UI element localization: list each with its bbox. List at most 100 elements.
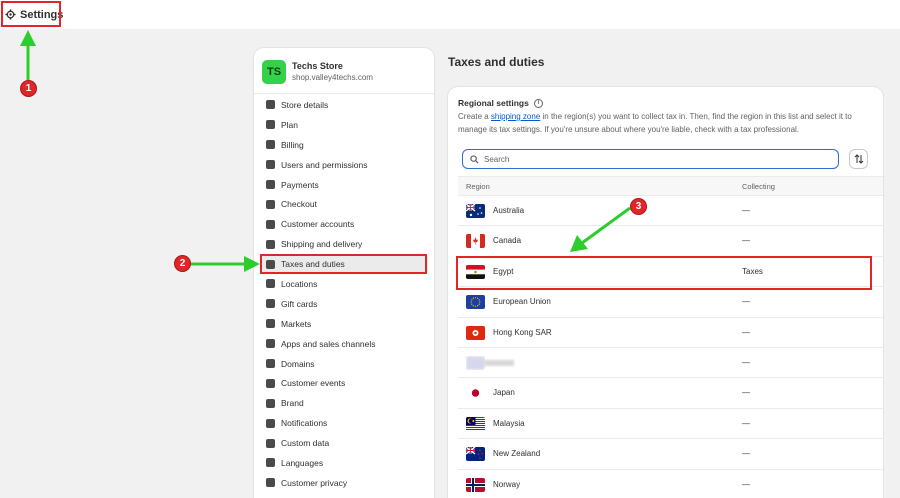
sidebar-item-label: Languages bbox=[281, 457, 324, 468]
region-search-input[interactable]: Search bbox=[462, 149, 839, 169]
sidebar-item-label: Custom data bbox=[281, 438, 330, 449]
region-name: New Zealand bbox=[493, 449, 541, 459]
location-icon bbox=[266, 279, 275, 289]
store-name: Techs Store bbox=[292, 61, 343, 71]
apps-icon bbox=[266, 339, 275, 349]
collecting-value: — bbox=[742, 449, 750, 459]
col-region: Region bbox=[466, 182, 490, 191]
settings-header[interactable]: Settings bbox=[3, 3, 65, 26]
checkout-icon bbox=[266, 199, 275, 209]
australia-flag-icon bbox=[466, 204, 485, 218]
sidebar-item-label: Store details bbox=[281, 99, 329, 110]
sidebar-item-notifications[interactable]: Notifications bbox=[260, 413, 428, 433]
table-row[interactable]: Australia — bbox=[458, 196, 883, 227]
sidebar-item-shipping-and-delivery[interactable]: Shipping and delivery bbox=[260, 234, 428, 254]
info-icon[interactable]: i bbox=[533, 98, 543, 108]
table-row[interactable]: Egypt Taxes bbox=[458, 257, 883, 288]
sidebar-item-label: Markets bbox=[281, 318, 312, 329]
collecting-value: — bbox=[742, 327, 750, 337]
brand-icon bbox=[266, 398, 275, 408]
sidebar-item-label: Checkout bbox=[281, 199, 317, 210]
malaysia-flag-icon bbox=[466, 416, 485, 431]
store-avatar: TS bbox=[262, 60, 286, 84]
sidebar-item-billing[interactable]: Billing bbox=[260, 135, 428, 155]
egypt-flag-icon bbox=[466, 264, 485, 279]
redacted-region-name bbox=[484, 359, 514, 366]
sort-button[interactable] bbox=[849, 149, 868, 169]
collecting-value: — bbox=[742, 236, 750, 246]
users-icon bbox=[266, 160, 275, 170]
gear-icon bbox=[5, 9, 16, 20]
sidebar-item-gift-cards[interactable]: Gift cards bbox=[260, 294, 428, 314]
shipping-zone-link[interactable]: shipping zone bbox=[491, 112, 540, 121]
sidebar-item-label: Plan bbox=[281, 119, 299, 130]
region-name: Malaysia bbox=[493, 418, 525, 428]
sidebar-item-store-details[interactable]: Store details bbox=[260, 95, 428, 115]
table-row[interactable]: — bbox=[458, 348, 883, 379]
sidebar-item-locations[interactable]: Locations bbox=[260, 274, 428, 294]
table-row[interactable]: New Zealand — bbox=[458, 439, 883, 470]
sidebar-item-label: Taxes and duties bbox=[281, 259, 345, 270]
search-icon bbox=[470, 154, 479, 164]
sidebar-item-customer-accounts[interactable]: Customer accounts bbox=[260, 214, 428, 234]
top-bar: Settings bbox=[0, 0, 900, 29]
table-row[interactable]: European Union — bbox=[458, 287, 883, 318]
sidebar-item-domains[interactable]: Domains bbox=[260, 354, 428, 374]
gift-icon bbox=[266, 299, 275, 309]
canada-flag-icon bbox=[466, 234, 485, 249]
search-placeholder: Search bbox=[484, 154, 510, 164]
step-badge-3: 3 bbox=[630, 198, 647, 215]
col-collecting: Collecting bbox=[742, 182, 775, 191]
japan-flag-icon bbox=[466, 386, 485, 401]
domain-icon bbox=[266, 359, 275, 369]
arrow-1-head bbox=[20, 30, 36, 46]
sidebar-item-label: Notifications bbox=[281, 418, 328, 429]
sidebar-item-brand[interactable]: Brand bbox=[260, 393, 428, 413]
table-row[interactable]: Canada — bbox=[458, 226, 883, 257]
sidebar-item-label: Customer accounts bbox=[281, 219, 355, 230]
events-icon bbox=[266, 378, 275, 388]
sidebar-divider bbox=[254, 93, 434, 94]
region-name: Egypt bbox=[493, 266, 514, 276]
card-description: Create a shipping zone in the region(s) … bbox=[458, 111, 876, 136]
sidebar-nav: Store details Plan Billing Users and permis… bbox=[260, 95, 428, 493]
language-icon bbox=[266, 458, 275, 468]
sidebar-item-label: Gift cards bbox=[281, 298, 318, 309]
sidebar-item-languages[interactable]: Languages bbox=[260, 453, 428, 473]
sidebar-item-customer-privacy[interactable]: Customer privacy bbox=[260, 473, 428, 493]
collecting-value: — bbox=[742, 388, 750, 398]
region-name: Hong Kong SAR bbox=[493, 327, 552, 337]
sidebar-item-plan[interactable]: Plan bbox=[260, 115, 428, 135]
sidebar-item-checkout[interactable]: Checkout bbox=[260, 194, 428, 214]
table-row[interactable]: Norway — bbox=[458, 470, 883, 498]
table-row[interactable]: Hong Kong SAR — bbox=[458, 318, 883, 348]
payments-icon bbox=[266, 180, 275, 189]
table-row[interactable]: Japan — bbox=[458, 378, 883, 409]
plan-icon bbox=[266, 120, 275, 130]
store-url: shop.valley4techs.com bbox=[292, 73, 373, 82]
truck-icon bbox=[266, 239, 275, 249]
step-badge-2: 2 bbox=[174, 255, 191, 272]
norway-flag-icon bbox=[466, 477, 485, 492]
sidebar-item-markets[interactable]: Markets bbox=[260, 314, 428, 334]
sidebar-item-label: Domains bbox=[281, 358, 315, 369]
settings-title: Settings bbox=[20, 8, 64, 21]
region-name: Australia bbox=[493, 206, 525, 215]
store-switcher[interactable]: TS Techs Store shop.valley4techs.com bbox=[262, 58, 426, 86]
sidebar-item-payments[interactable]: Payments bbox=[260, 175, 428, 195]
newzealand-flag-icon bbox=[466, 447, 485, 462]
table-row[interactable]: Malaysia — bbox=[458, 409, 883, 440]
sidebar-item-customer-events[interactable]: Customer events bbox=[260, 373, 428, 393]
collecting-value: Taxes bbox=[742, 266, 763, 276]
sidebar-item-apps-and-sales-channels[interactable]: Apps and sales channels bbox=[260, 334, 428, 354]
sidebar-item-custom-data[interactable]: Custom data bbox=[260, 433, 428, 453]
card-heading: Regional settings i bbox=[458, 98, 543, 108]
eu-flag-icon bbox=[466, 295, 485, 310]
desc-text-before: Create a bbox=[458, 112, 491, 121]
sidebar-item-users-and-permissions[interactable]: Users and permissions bbox=[260, 155, 428, 175]
step-badge-1: 1 bbox=[20, 80, 37, 97]
privacy-icon bbox=[266, 478, 275, 488]
sidebar-item-label: Customer privacy bbox=[281, 477, 348, 488]
settings-sidebar: TS Techs Store shop.valley4techs.com Sto… bbox=[254, 48, 434, 498]
sidebar-item-taxes-and-duties[interactable]: Taxes and duties bbox=[260, 254, 428, 275]
